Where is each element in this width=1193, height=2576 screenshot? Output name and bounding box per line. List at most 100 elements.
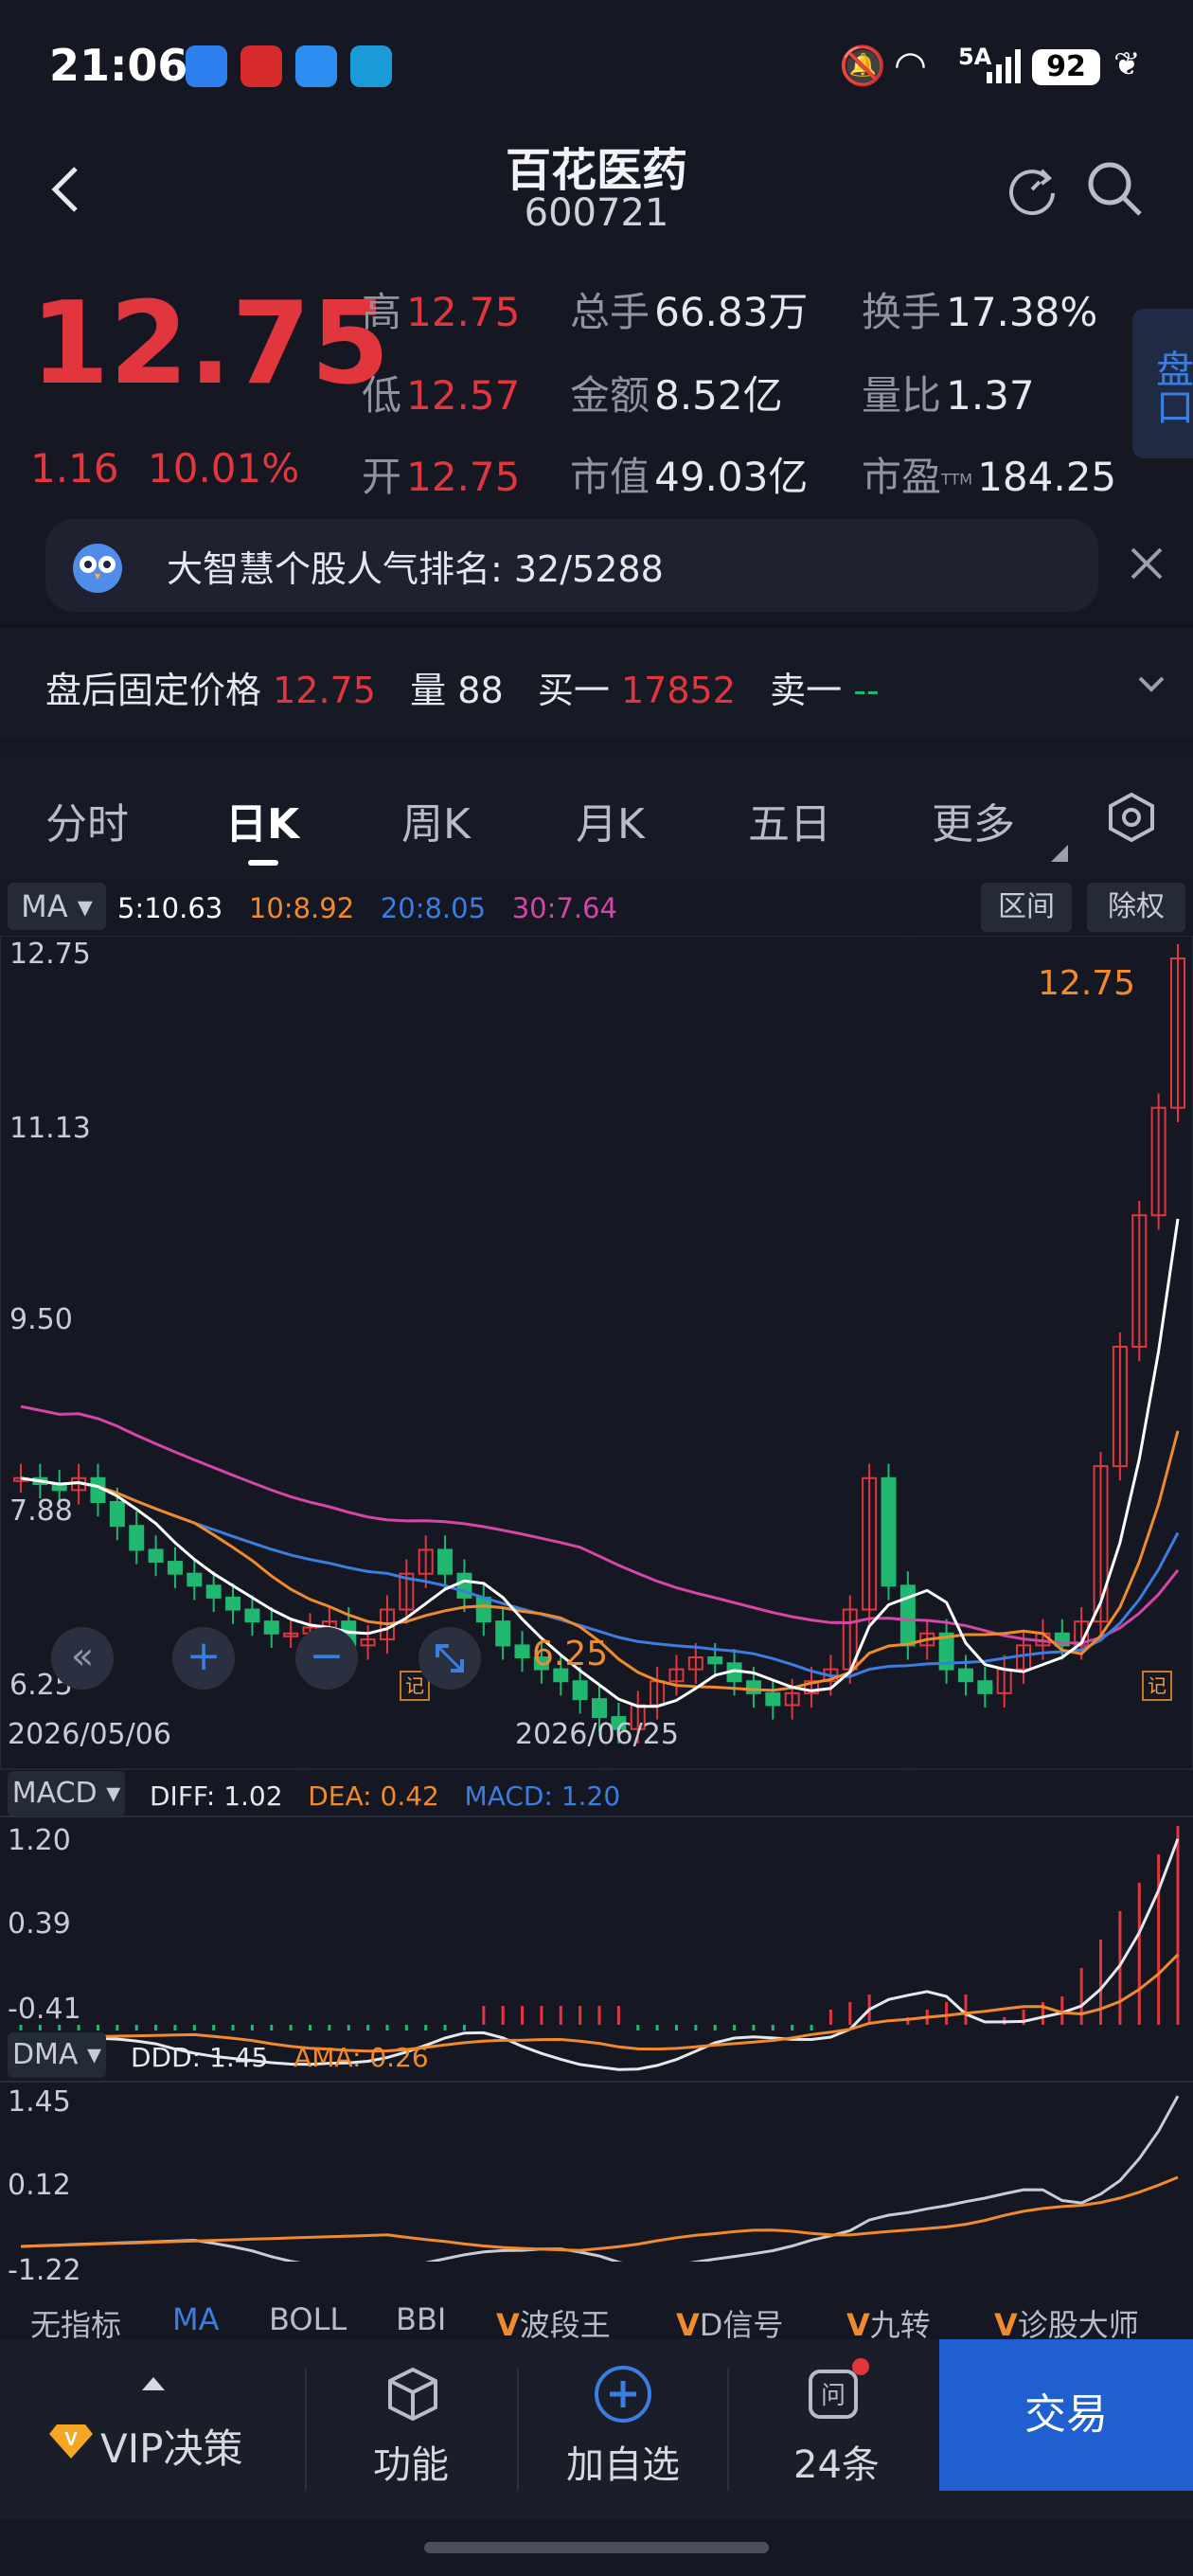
candle	[957, 1668, 973, 1683]
question-box-icon: 问	[805, 2364, 862, 2424]
add-watchlist-button[interactable]: 加自选	[566, 2434, 680, 2489]
vip-decision-button[interactable]: VIP决策	[100, 2417, 242, 2475]
candle	[514, 1644, 530, 1659]
function-button[interactable]: 功能	[373, 2434, 449, 2489]
ma30-value: 30:7.64	[511, 892, 617, 924]
tab-five-day[interactable]: 五日	[748, 790, 831, 850]
trade-button[interactable]: 交易	[939, 2339, 1193, 2491]
dma-y-label: -1.22	[8, 2254, 81, 2287]
macd-dea-line	[20, 1953, 1180, 2053]
after-hours-info: 盘后固定价格 12.75 量 88 买一 17852 卖一 --	[45, 670, 880, 711]
message-app-icon	[186, 45, 227, 87]
popularity-banner[interactable]: 大智慧个股人气排名: 32/5288	[45, 519, 1098, 612]
current-price: 12.75	[30, 278, 390, 410]
min-price-annotation: 6.25	[532, 1635, 609, 1673]
fullscreen-icon[interactable]	[418, 1627, 481, 1690]
ma30-line	[20, 1404, 1180, 1645]
popularity-text: 大智慧个股人气排名: 32/5288	[167, 548, 664, 590]
candle	[437, 1548, 454, 1575]
range-button[interactable]: 区间	[981, 883, 1072, 932]
candle	[765, 1691, 781, 1707]
stock-app-icon	[240, 45, 282, 87]
dma-ddd-line	[20, 2095, 1180, 2262]
ma10-value: 10:8.92	[248, 892, 355, 924]
candle	[495, 1620, 511, 1647]
divider	[305, 2368, 307, 2491]
price-change-pct: 10.01%	[148, 445, 300, 492]
search-icon[interactable]	[1085, 159, 1146, 220]
note-marker[interactable]: 记	[1142, 1671, 1172, 1701]
macd-y-label: -0.41	[8, 1993, 81, 2026]
macd-y-label: 1.20	[8, 1824, 71, 1857]
candle	[263, 1620, 279, 1635]
y-label: 9.50	[9, 1303, 73, 1336]
dma-y-label: 0.12	[8, 2169, 71, 2202]
candle	[187, 1572, 203, 1587]
quote-high: 高 12.75	[362, 289, 521, 335]
quote-vol-ratio: 量比 1.37	[862, 372, 1035, 419]
tab-more[interactable]: 更多	[932, 790, 1015, 850]
order-book-button[interactable]: 盘口	[1132, 309, 1193, 458]
scroll-left-button[interactable]: «	[51, 1627, 114, 1690]
indicator-ma[interactable]: MA	[172, 2301, 220, 2337]
cube-icon	[384, 2366, 441, 2423]
tab-intraday[interactable]: 分时	[45, 790, 129, 850]
close-icon[interactable]	[1123, 540, 1170, 587]
tab-underline	[248, 860, 278, 866]
svg-text:问: 问	[821, 2382, 846, 2410]
candle	[707, 1656, 723, 1665]
divider	[727, 2368, 729, 2491]
indicator-bbi[interactable]: BBI	[396, 2301, 446, 2337]
max-price-annotation: 12.75	[1038, 964, 1136, 1003]
candle	[592, 1698, 607, 1719]
ma-selector-button[interactable]: MA ▾	[8, 883, 106, 930]
quote-open: 开 12.75	[362, 454, 521, 500]
dma-selector-button[interactable]: DMA ▾	[8, 2032, 106, 2078]
refresh-icon[interactable]	[1004, 161, 1060, 218]
chevron-down-icon[interactable]	[1132, 665, 1170, 703]
expand-up-icon	[142, 2377, 165, 2390]
price-change: 1.16	[30, 445, 119, 492]
macd-y-label: 0.39	[8, 1907, 71, 1941]
ma-legend: 5:10.63 10:8.92 20:8.05 30:7.64	[117, 892, 617, 924]
tab-weekly[interactable]: 周K	[401, 790, 471, 850]
wifi-icon: ◠	[894, 44, 927, 87]
candle	[167, 1561, 183, 1575]
qa-count-button[interactable]: 24条	[793, 2434, 880, 2489]
ma20-value: 20:8.05	[380, 892, 487, 924]
add-circle-icon	[593, 2364, 653, 2424]
kline-chart-area[interactable]: MA ▾ 5:10.63 10:8.92 20:8.05 30:7.64 区间 …	[0, 879, 1193, 2318]
adjust-button[interactable]: 除权	[1087, 883, 1185, 932]
ma5-value: 5:10.63	[117, 892, 223, 924]
candle	[244, 1608, 260, 1623]
owl-icon	[66, 534, 129, 597]
x-label: 2026/05/06	[8, 1718, 171, 1751]
quote-pe: 市盈TTM 184.25	[862, 454, 1117, 500]
tab-daily[interactable]: 日K	[225, 790, 299, 850]
mute-icon: 🔕	[839, 45, 886, 88]
status-time: 21:06	[49, 40, 188, 91]
zoom-in-button[interactable]: +	[172, 1627, 235, 1690]
settings-hex-icon[interactable]	[1106, 792, 1157, 843]
home-indicator	[424, 2542, 769, 2553]
more-corner-icon	[1051, 845, 1068, 862]
tab-monthly[interactable]: 月K	[576, 790, 645, 850]
svg-text:V: V	[64, 2429, 78, 2450]
candle	[148, 1548, 164, 1564]
indicator-boll[interactable]: BOLL	[269, 2301, 347, 2337]
vip-diamond-icon: V	[47, 2415, 95, 2462]
candle	[745, 1680, 761, 1694]
bulb-app-icon	[295, 45, 337, 87]
candle	[109, 1501, 125, 1528]
candle	[205, 1584, 222, 1599]
status-bar: 21:06 🔕 ◠ 5A 92 ❦	[0, 0, 1193, 133]
quote-low: 低 12.57	[362, 372, 521, 419]
zoom-out-button[interactable]: −	[295, 1627, 358, 1690]
quote-amount: 金额 8.52亿	[570, 372, 783, 419]
battery-icon: 92	[1032, 49, 1100, 85]
macd-selector-button[interactable]: MACD ▾	[8, 1771, 125, 1816]
after-hours-row[interactable]: 盘后固定价格 12.75 量 88 买一 17852 卖一 --	[0, 625, 1193, 739]
signal-icon	[985, 49, 1023, 83]
macd-legend: DIFF: 1.02 DEA: 0.42 MACD: 1.20	[150, 1780, 621, 1812]
header: 百花医药 600721	[0, 133, 1193, 265]
